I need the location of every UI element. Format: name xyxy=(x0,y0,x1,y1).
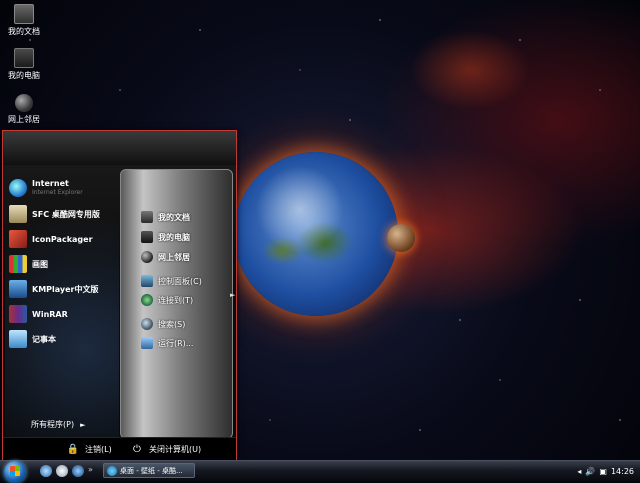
taskbar-task-button[interactable]: 桌面 - 壁纸 - 桌酷... xyxy=(103,463,195,478)
run-icon xyxy=(141,337,153,349)
program-label: Internet xyxy=(32,179,69,188)
earth-wallpaper-planet xyxy=(234,152,398,316)
paint-icon xyxy=(9,255,27,273)
desktop: 我的文档 我的电脑 网上邻居 Internet Internet Explore… xyxy=(0,0,640,460)
moon-wallpaper-planet xyxy=(387,224,415,252)
documents-icon xyxy=(14,4,34,24)
ie-icon xyxy=(9,179,27,197)
sfc-icon xyxy=(9,205,27,223)
windows-logo-icon xyxy=(10,466,20,476)
start-menu-footer: 🔒 注销(L) ⏻ 关闭计算机(U) xyxy=(3,437,236,460)
pinned-programs-list: Internet Internet Explorer SFC 桌酷网专用版 Ic… xyxy=(5,169,119,449)
program-iconpackager[interactable]: IconPackager xyxy=(9,228,93,250)
desktop-icon-my-documents[interactable]: 我的文档 xyxy=(2,4,46,37)
places-panel: 我的文档 我的电脑 网上邻居 控制面板(C) 连接到(T) 搜索(S) 运行(R… xyxy=(120,169,233,439)
search-icon xyxy=(141,318,153,330)
logoff-label: 注销(L) xyxy=(85,444,112,454)
program-internet[interactable]: Internet Internet Explorer xyxy=(9,177,83,199)
all-programs-button[interactable]: 所有程序(P) ► xyxy=(31,419,85,430)
network-icon xyxy=(141,251,153,263)
place-label: 控制面板(C) xyxy=(158,276,202,286)
desktop-icon-my-computer[interactable]: 我的电脑 xyxy=(2,48,46,81)
program-notepad[interactable]: 记事本 xyxy=(9,328,56,350)
tray-expand-icon[interactable]: ◂ xyxy=(577,467,581,476)
place-search[interactable]: 搜索(S) xyxy=(141,317,185,331)
place-run[interactable]: 运行(R)... xyxy=(141,336,193,350)
shutdown-label: 关闭计算机(U) xyxy=(149,444,202,454)
logoff-button[interactable]: 🔒 注销(L) xyxy=(67,442,112,456)
program-winrar[interactable]: WinRAR xyxy=(9,303,68,325)
place-label: 我的电脑 xyxy=(158,232,190,242)
iconpackager-icon xyxy=(9,230,27,248)
program-label: 画图 xyxy=(32,259,48,269)
quicklaunch-media-icon[interactable] xyxy=(72,465,84,477)
network-tray-icon[interactable]: ▣ xyxy=(599,467,607,476)
chevron-right-icon: ► xyxy=(230,291,236,299)
computer-icon xyxy=(141,231,153,243)
program-label: IconPackager xyxy=(32,234,93,244)
program-sublabel: Internet Explorer xyxy=(32,189,83,196)
quicklaunch-ie-icon[interactable] xyxy=(40,465,52,477)
program-label: 记事本 xyxy=(32,334,56,344)
place-label: 网上邻居 xyxy=(158,252,190,262)
all-programs-label: 所有程序(P) xyxy=(31,420,75,429)
desktop-icon-label: 我的电脑 xyxy=(8,71,40,80)
program-label: WinRAR xyxy=(32,309,68,319)
kmplayer-icon xyxy=(9,280,27,298)
program-paint[interactable]: 画图 xyxy=(9,253,48,275)
quicklaunch-browser-icon[interactable] xyxy=(56,465,68,477)
clock[interactable]: 14:26 xyxy=(611,467,634,476)
connect-icon xyxy=(141,294,153,306)
winrar-icon xyxy=(9,305,27,323)
place-label: 连接到(T) xyxy=(158,295,194,305)
start-menu-header xyxy=(3,131,236,165)
computer-icon xyxy=(14,48,34,68)
chevron-right-icon: ► xyxy=(80,421,86,429)
place-label: 搜索(S) xyxy=(158,319,186,329)
place-label: 运行(R)... xyxy=(158,338,194,348)
desktop-icon-label: 我的文档 xyxy=(8,27,40,36)
desktop-icon-network[interactable]: 网上邻居 xyxy=(2,94,46,125)
taskbar: » 桌面 - 壁纸 - 桌酷... ◂ 🔊 ▣ 14:26 xyxy=(0,460,640,483)
system-tray: ◂ 🔊 ▣ 14:26 xyxy=(577,461,640,481)
place-label: 我的文档 xyxy=(158,212,190,222)
shutdown-button[interactable]: ⏻ 关闭计算机(U) xyxy=(131,442,201,456)
place-control-panel[interactable]: 控制面板(C) xyxy=(141,274,202,288)
place-my-computer[interactable]: 我的电脑 xyxy=(141,230,190,244)
power-icon: ⏻ xyxy=(133,443,141,455)
quicklaunch-overflow-icon[interactable]: » xyxy=(88,465,96,477)
program-label: SFC 桌酷网专用版 xyxy=(32,209,100,219)
place-my-documents[interactable]: 我的文档 xyxy=(141,210,190,224)
ie-icon xyxy=(107,465,117,476)
network-icon xyxy=(15,94,33,112)
desktop-icon-label: 网上邻居 xyxy=(8,115,40,124)
control-panel-icon xyxy=(141,275,153,287)
program-kmplayer[interactable]: KMPlayer中文版 xyxy=(9,278,99,300)
notepad-icon xyxy=(9,330,27,348)
program-sfc[interactable]: SFC 桌酷网专用版 xyxy=(9,203,100,225)
start-menu: Internet Internet Explorer SFC 桌酷网专用版 Ic… xyxy=(2,130,237,460)
task-label: 桌面 - 壁纸 - 桌酷... xyxy=(120,466,183,475)
place-connect-to[interactable]: 连接到(T) xyxy=(141,293,193,307)
lock-icon: 🔒 xyxy=(66,443,80,455)
documents-icon xyxy=(141,211,153,223)
volume-icon[interactable]: 🔊 xyxy=(585,467,595,476)
program-label: KMPlayer中文版 xyxy=(32,284,99,294)
place-network[interactable]: 网上邻居 xyxy=(141,250,190,264)
